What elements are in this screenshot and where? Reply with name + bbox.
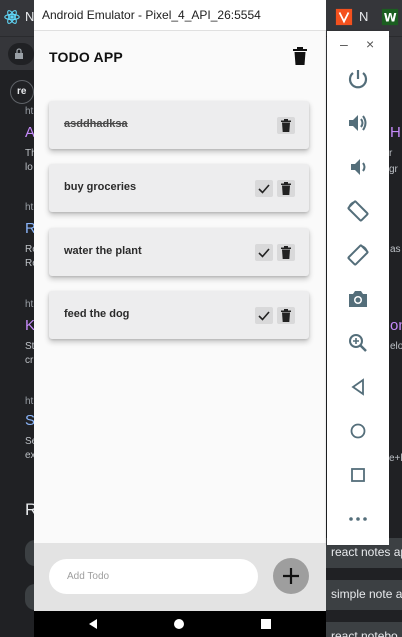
trash-icon (281, 246, 291, 259)
home-icon[interactable] (346, 419, 370, 443)
result-snippet-right: e+h (389, 453, 402, 464)
trash-icon (281, 182, 291, 195)
rotate-left-icon[interactable] (346, 199, 370, 223)
related-search-card[interactable]: react notebo (326, 622, 402, 637)
search-chip[interactable]: re (10, 80, 34, 104)
emulator-window: Android Emulator - Pixel_4_API_26:5554 T… (34, 0, 326, 637)
close-button[interactable]: × (366, 36, 374, 52)
delete-todo-button[interactable] (277, 117, 295, 134)
todo-text: buy groceries (64, 181, 137, 193)
complete-todo-button[interactable] (255, 180, 273, 197)
nav-home-icon[interactable] (173, 618, 185, 630)
emulator-title: Android Emulator - Pixel_4_API_26:5554 (42, 8, 261, 22)
rotate-right-icon[interactable] (346, 243, 370, 267)
todo-item: buy groceries (49, 164, 309, 212)
add-todo-bar (34, 543, 326, 611)
result-snippet: lo (25, 162, 33, 173)
emulator-title-bar[interactable]: Android Emulator - Pixel_4_API_26:5554 (34, 0, 326, 31)
nav-back-icon[interactable] (87, 618, 99, 630)
app-header: TODO APP (34, 31, 326, 81)
add-todo-input[interactable] (49, 559, 258, 594)
app-title: TODO APP (49, 49, 123, 65)
result-link-right[interactable]: on (390, 317, 402, 334)
power-icon[interactable] (346, 67, 370, 91)
more-icon[interactable] (346, 507, 370, 531)
camera-icon[interactable] (346, 287, 370, 311)
todo-text: water the plant (64, 245, 142, 257)
side-toolbar-header: – × (327, 31, 389, 57)
react-icon (4, 10, 20, 24)
result-url: ht (25, 106, 34, 117)
add-todo-button[interactable] (273, 558, 309, 594)
delete-todo-button[interactable] (277, 244, 295, 261)
back-icon[interactable] (346, 375, 370, 399)
check-icon (258, 311, 270, 321)
result-url: ht (25, 396, 34, 407)
address-bar[interactable] (8, 43, 34, 65)
todo-item: feed the dog (49, 291, 309, 339)
result-link-right[interactable]: H (390, 124, 401, 141)
lock-icon (15, 48, 23, 59)
complete-todo-button[interactable] (255, 307, 273, 324)
result-snippet-right: r gr (389, 148, 398, 175)
result-url: ht (25, 299, 34, 310)
trash-icon (281, 119, 291, 132)
related-search-card[interactable]: simple note a (326, 580, 402, 610)
check-icon (258, 184, 270, 194)
todo-item: water the plant (49, 228, 309, 276)
result-snippet-right: elo (390, 341, 402, 352)
complete-todo-button[interactable] (255, 244, 273, 261)
trash-icon (281, 309, 291, 322)
emulator-side-toolbar: – × (327, 31, 389, 545)
zoom-icon[interactable] (346, 331, 370, 355)
volume-up-icon[interactable] (346, 111, 370, 135)
delete-todo-button[interactable] (277, 180, 295, 197)
volume-down-icon[interactable] (346, 155, 370, 179)
todo-text: feed the dog (64, 308, 130, 320)
minimize-button[interactable]: – (340, 36, 348, 52)
check-icon (258, 248, 270, 258)
nav-overview-icon[interactable] (260, 618, 272, 630)
svg-text:W: W (384, 11, 397, 25)
todo-text: asddhadksa (64, 118, 128, 130)
browser-tab-label[interactable]: N (25, 9, 34, 24)
result-snippet-right: as (390, 244, 401, 255)
overview-icon[interactable] (346, 463, 370, 487)
plus-icon (283, 568, 299, 584)
w-site-icon: W (381, 8, 399, 26)
android-nav-bar (34, 611, 326, 637)
delete-all-icon[interactable] (292, 47, 308, 65)
result-url: ht (25, 202, 34, 213)
todo-item: asddhadksa (49, 101, 309, 149)
result-snippet: cr (25, 355, 34, 366)
browser-tab-label-2[interactable]: N (359, 9, 368, 24)
vuetify-icon (335, 8, 353, 26)
delete-todo-button[interactable] (277, 307, 295, 324)
